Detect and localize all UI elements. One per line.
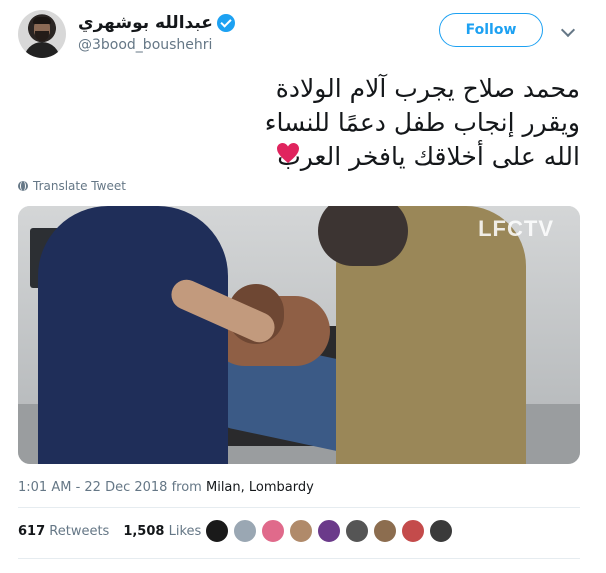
divider	[18, 507, 580, 508]
liker-avatars	[205, 519, 453, 543]
tweet-place[interactable]: Milan, Lombardy	[206, 480, 314, 495]
tweet-line: ويقرر إنجاب طفل دعمًا للنساء	[264, 108, 580, 137]
liker-avatar[interactable]	[205, 519, 229, 543]
red-heart-icon	[277, 143, 299, 163]
liker-avatar[interactable]	[289, 519, 313, 543]
tweet-line: الله على أخلاقك يافخر العرب	[277, 142, 580, 171]
translate-label[interactable]: Translate Tweet	[33, 179, 126, 193]
retweets-stat[interactable]: 617 Retweets	[18, 524, 109, 539]
divider	[18, 558, 580, 559]
liker-avatar[interactable]	[233, 519, 257, 543]
liker-avatar[interactable]	[429, 519, 453, 543]
liker-avatar[interactable]	[317, 519, 341, 543]
tweet-card: عبدالله بوشهري @3bood_boushehri Follow م…	[0, 0, 606, 573]
liker-avatar[interactable]	[373, 519, 397, 543]
likes-label: Likes	[168, 524, 202, 539]
from-word: from	[171, 480, 202, 495]
liker-avatar[interactable]	[345, 519, 369, 543]
author-name-row[interactable]: عبدالله بوشهري	[78, 13, 235, 33]
retweets-count: 617	[18, 524, 46, 539]
tweet-media-photo[interactable]: LFCTV	[18, 206, 580, 464]
tweet-timestamp: 1:01 AM - 22 Dec 2018 from Milan, Lombar…	[18, 480, 314, 495]
lfctv-watermark: LFCTV	[478, 216, 554, 241]
liker-avatar[interactable]	[261, 519, 285, 543]
chevron-down-icon[interactable]	[560, 22, 576, 38]
globe-icon	[18, 181, 28, 191]
likes-count: 1,508	[123, 524, 165, 539]
liker-avatar[interactable]	[401, 519, 425, 543]
follow-button[interactable]: Follow	[439, 13, 543, 47]
verified-badge-icon	[216, 14, 235, 32]
retweets-label: Retweets	[49, 524, 110, 539]
tweet-stats: 617 Retweets 1,508 Likes	[18, 524, 201, 539]
tweet-time[interactable]: 1:01 AM - 22 Dec 2018	[18, 480, 167, 495]
tweet-line: محمد صلاح يجرب آلام الولادة	[275, 74, 580, 103]
author-avatar[interactable]	[18, 10, 66, 58]
author-handle[interactable]: @3bood_boushehri	[78, 37, 212, 53]
author-display-name[interactable]: عبدالله بوشهري	[78, 13, 213, 33]
likes-stat[interactable]: 1,508 Likes	[123, 524, 201, 539]
translate-tweet-link[interactable]: Translate Tweet	[18, 179, 126, 193]
tweet-text: محمد صلاح يجرب آلام الولادة ويقرر إنجاب …	[40, 72, 580, 174]
